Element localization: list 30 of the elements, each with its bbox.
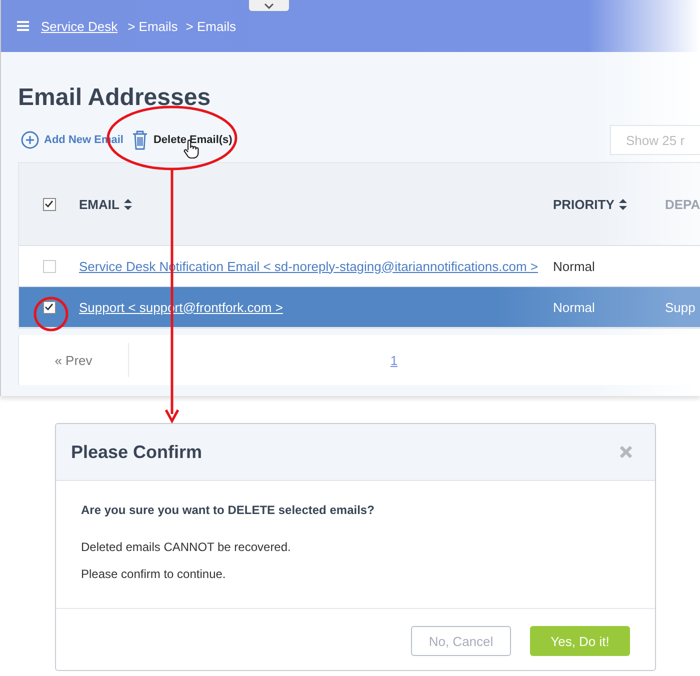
cancel-button[interactable]: No, Cancel: [411, 626, 511, 656]
dialog-title: Please Confirm: [71, 442, 202, 462]
dialog-message: Deleted emails CANNOT be recovered.: [81, 540, 292, 554]
confirm-question: Are you sure you want to DELETE selected emails?: [81, 503, 376, 517]
chevron-down-icon: [264, 2, 274, 8]
collapse-tab[interactable]: [249, 0, 289, 11]
breadcrumb-item: > Emails: [186, 18, 236, 34]
table-cell: Supp: [665, 300, 696, 314]
checkbox[interactable]: [42, 300, 56, 314]
column-header[interactable]: DEPA: [665, 196, 700, 212]
page-link[interactable]: 1: [390, 352, 398, 368]
table-cell: Normal: [553, 300, 595, 314]
page-title: Email Addresses: [18, 85, 212, 111]
page-size-dropdown[interactable]: Show 25 r: [610, 125, 700, 155]
breadcrumb-item: > Emails: [128, 18, 178, 34]
sort-icon[interactable]: [124, 198, 132, 210]
highlight-circle: [34, 296, 68, 332]
checkbox[interactable]: [42, 198, 56, 210]
column-header[interactable]: EMAIL: [79, 196, 120, 212]
dialog-message: Please confirm to continue.: [81, 567, 227, 581]
checkbox[interactable]: [42, 260, 56, 272]
sort-icon[interactable]: [619, 198, 628, 210]
breadcrumb-link[interactable]: Service Desk: [41, 18, 118, 34]
prev-button[interactable]: « Prev: [19, 343, 129, 377]
confirm-button[interactable]: Yes, Do it!: [530, 626, 630, 656]
table-cell: Normal: [553, 258, 595, 274]
menu-icon[interactable]: [17, 21, 29, 31]
column-header[interactable]: PRIORITY: [553, 196, 614, 212]
trash-icon: [132, 130, 148, 150]
plus-circle-icon: [21, 131, 39, 149]
